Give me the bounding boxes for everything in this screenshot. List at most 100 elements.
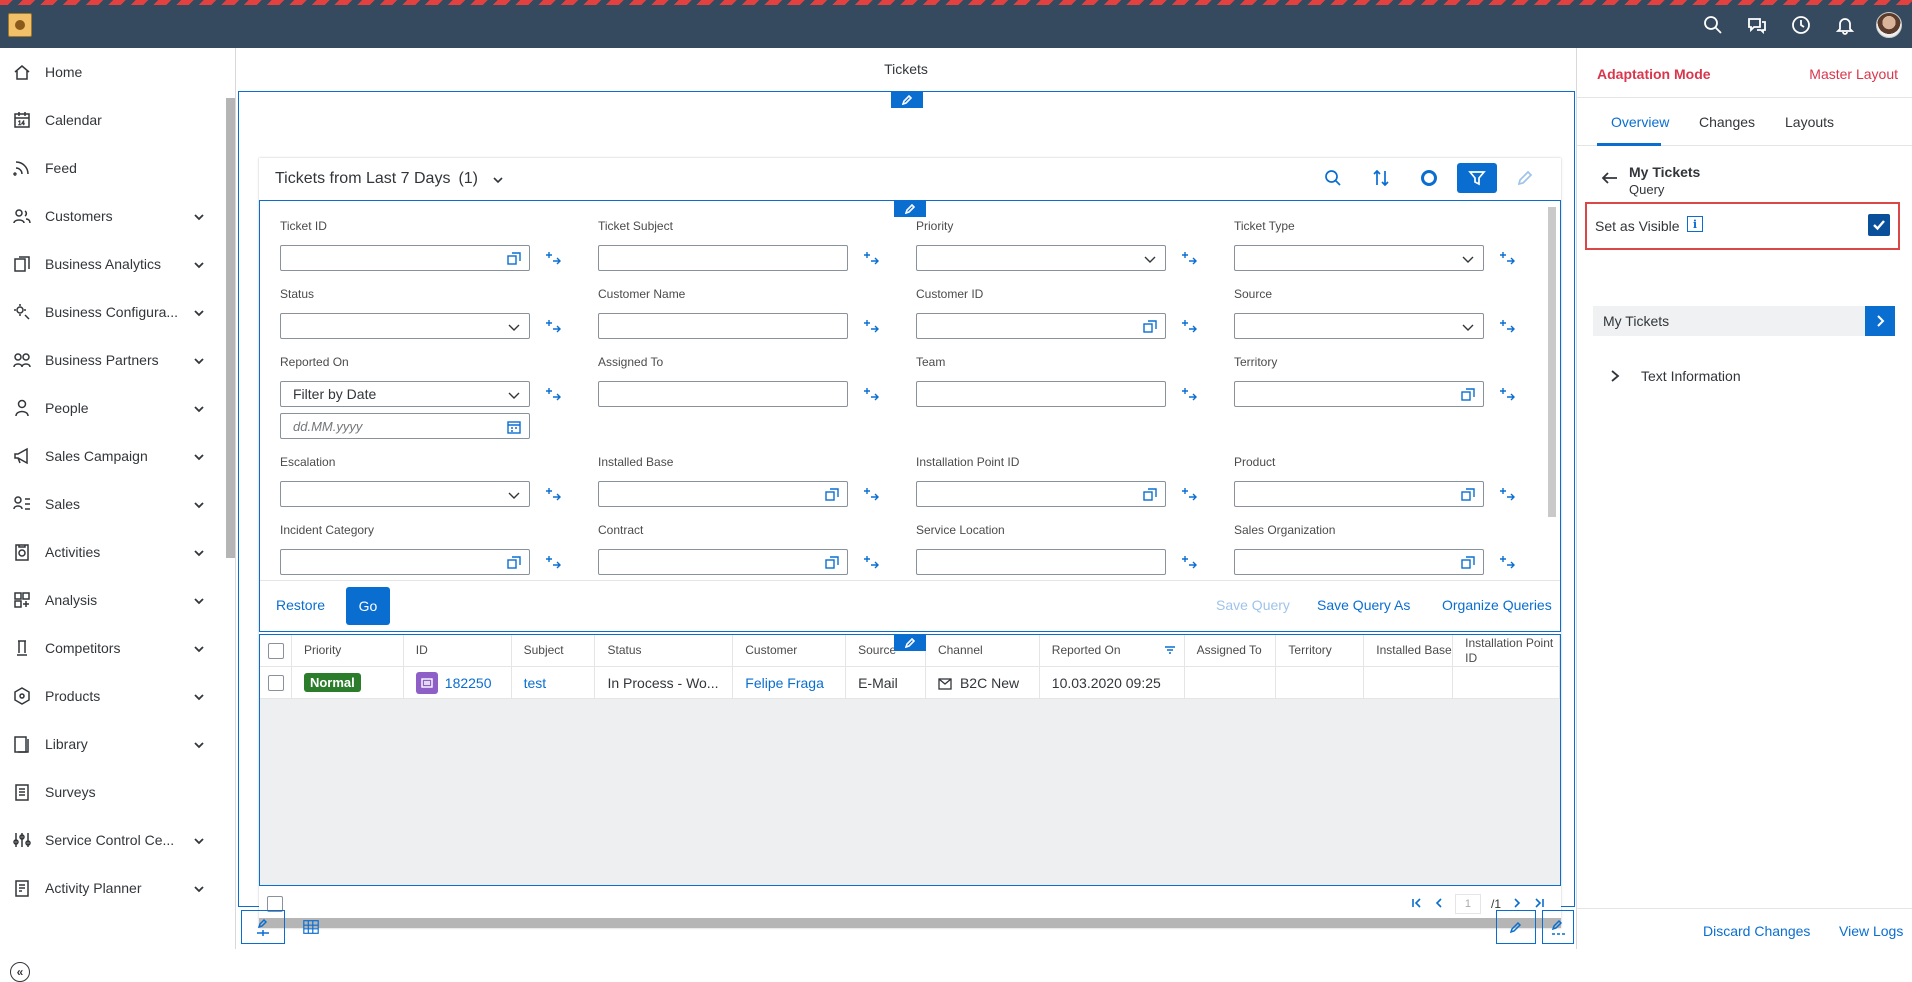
add-to-filter-icon[interactable] (544, 553, 562, 571)
add-to-filter-icon[interactable] (862, 385, 880, 403)
chevron-down-icon[interactable] (193, 834, 205, 846)
add-to-filter-icon[interactable] (544, 485, 562, 503)
view-logs-button[interactable]: View Logs (1839, 923, 1903, 939)
add-to-filter-icon[interactable] (1498, 249, 1516, 267)
column-header-customer[interactable]: Customer (733, 635, 847, 666)
chevron-down-icon[interactable] (1461, 252, 1475, 266)
column-header-reported-on[interactable]: Reported On (1040, 635, 1185, 666)
assigned-tofield[interactable] (598, 381, 848, 407)
chevron-right-icon[interactable] (1865, 306, 1895, 336)
value-help-icon[interactable] (1143, 488, 1157, 502)
customer-link[interactable]: Felipe Fraga (745, 675, 824, 691)
priorityfield[interactable] (916, 245, 1166, 271)
row-checkbox[interactable] (268, 674, 284, 691)
tab-changes[interactable]: Changes (1699, 114, 1755, 130)
productfield[interactable] (1234, 481, 1484, 507)
table-row[interactable]: Normal 182250 test In Process - Wo... Felipe… (260, 667, 1560, 699)
my-tickets-bar[interactable]: My Tickets (1593, 306, 1895, 336)
filter-scrollbar[interactable] (1548, 207, 1556, 517)
value-help-icon[interactable] (1143, 320, 1157, 334)
add-to-filter-icon[interactable] (1498, 485, 1516, 503)
chevron-down-icon[interactable] (1143, 252, 1157, 266)
value-help-icon[interactable] (1461, 388, 1475, 402)
customer-namefield[interactable] (598, 313, 848, 339)
add-edit-button[interactable] (241, 910, 285, 944)
chevron-down-icon[interactable] (193, 450, 205, 462)
chevron-down-icon[interactable] (1461, 320, 1475, 334)
add-to-filter-icon[interactable] (1180, 249, 1198, 267)
restore-button[interactable]: Restore (276, 597, 325, 613)
column-header-channel[interactable]: Channel (926, 635, 1040, 666)
chevron-down-icon[interactable] (193, 306, 205, 318)
search-button[interactable] (1313, 163, 1353, 193)
sidebar-item-library[interactable]: Library (0, 720, 235, 768)
company-logo[interactable] (8, 13, 32, 37)
date-input[interactable]: dd.MM.yyyy (280, 413, 530, 439)
edit-pencil-icon[interactable] (891, 92, 923, 108)
reported-onfield[interactable]: Filter by Date (280, 381, 530, 407)
sidebar-item-customers[interactable]: Customers (0, 192, 235, 240)
tab-layouts[interactable]: Layouts (1785, 114, 1834, 130)
escalationfield[interactable] (280, 481, 530, 507)
add-to-filter-icon[interactable] (1498, 385, 1516, 403)
column-header-installed-base[interactable]: Installed Base (1364, 635, 1454, 666)
statusfield[interactable] (280, 313, 530, 339)
add-to-filter-icon[interactable] (862, 317, 880, 335)
add-to-filter-icon[interactable] (862, 485, 880, 503)
grid-icon[interactable] (302, 918, 322, 938)
sidebar-item-surveys[interactable]: Surveys (0, 768, 235, 816)
go-button[interactable]: Go (346, 587, 390, 625)
incident-categoryfield[interactable] (280, 549, 530, 575)
sidebar-item-analysis[interactable]: Analysis (0, 576, 235, 624)
column-header-assigned-to[interactable]: Assigned To (1185, 635, 1277, 666)
set-as-visible-checkbox[interactable] (1868, 214, 1890, 236)
subject-link[interactable]: test (524, 675, 547, 691)
add-to-filter-icon[interactable] (1180, 485, 1198, 503)
sidebar-item-sales-campaign[interactable]: Sales Campaign (0, 432, 235, 480)
column-header-installation-point-id[interactable]: Installation Point ID (1453, 635, 1560, 666)
sidebar-item-people[interactable]: People (0, 384, 235, 432)
master-layout-link[interactable]: Master Layout (1809, 66, 1898, 82)
organize-queries-button[interactable]: Organize Queries (1442, 597, 1552, 613)
add-to-filter-icon[interactable] (544, 249, 562, 267)
column-header-territory[interactable]: Territory (1276, 635, 1365, 666)
chevron-down-icon[interactable] (193, 354, 205, 366)
chevron-down-icon[interactable] (507, 388, 521, 402)
add-to-filter-icon[interactable] (1180, 553, 1198, 571)
add-to-filter-icon[interactable] (1498, 553, 1516, 571)
edit-button[interactable] (1505, 163, 1545, 193)
filter-funnel-icon[interactable] (1164, 645, 1176, 657)
value-help-icon[interactable] (507, 252, 521, 266)
sidebar-item-activities[interactable]: Activities (0, 528, 235, 576)
value-help-icon[interactable] (825, 488, 839, 502)
chevron-down-icon[interactable] (193, 498, 205, 510)
sidebar-item-sales[interactable]: Sales (0, 480, 235, 528)
chevron-down-icon[interactable] (193, 738, 205, 750)
sidebar-item-activity-planner[interactable]: Activity Planner (0, 864, 235, 912)
teamfield[interactable] (916, 381, 1166, 407)
chevron-down-icon[interactable] (193, 210, 205, 222)
value-help-icon[interactable] (825, 556, 839, 570)
column-header-id[interactable]: ID (404, 635, 512, 666)
installation-point-idfield[interactable] (916, 481, 1166, 507)
sidebar-item-business-configura[interactable]: Business Configura... (0, 288, 235, 336)
ticket-typefield[interactable] (1234, 245, 1484, 271)
tab-overview[interactable]: Overview (1611, 114, 1669, 130)
column-header-priority[interactable]: Priority (292, 635, 404, 666)
edit-pencil-icon[interactable] (894, 201, 926, 217)
chevron-down-icon[interactable] (193, 642, 205, 654)
sort-button[interactable] (1361, 163, 1401, 193)
chevron-down-icon[interactable] (507, 488, 521, 502)
chevron-down-icon[interactable] (193, 402, 205, 414)
user-avatar[interactable] (1876, 12, 1902, 38)
column-header-subject[interactable]: Subject (512, 635, 596, 666)
info-icon[interactable]: i (1687, 216, 1703, 232)
sidebar-item-service-control-ce[interactable]: Service Control Ce... (0, 816, 235, 864)
add-to-filter-icon[interactable] (862, 249, 880, 267)
customer-idfield[interactable] (916, 313, 1166, 339)
bell-icon[interactable] (1832, 12, 1858, 38)
ticket-id-link[interactable]: 182250 (445, 675, 492, 691)
discard-changes-button[interactable]: Discard Changes (1703, 923, 1810, 939)
chevron-down-icon[interactable] (492, 173, 504, 185)
save-query-as-button[interactable]: Save Query As (1317, 597, 1410, 613)
